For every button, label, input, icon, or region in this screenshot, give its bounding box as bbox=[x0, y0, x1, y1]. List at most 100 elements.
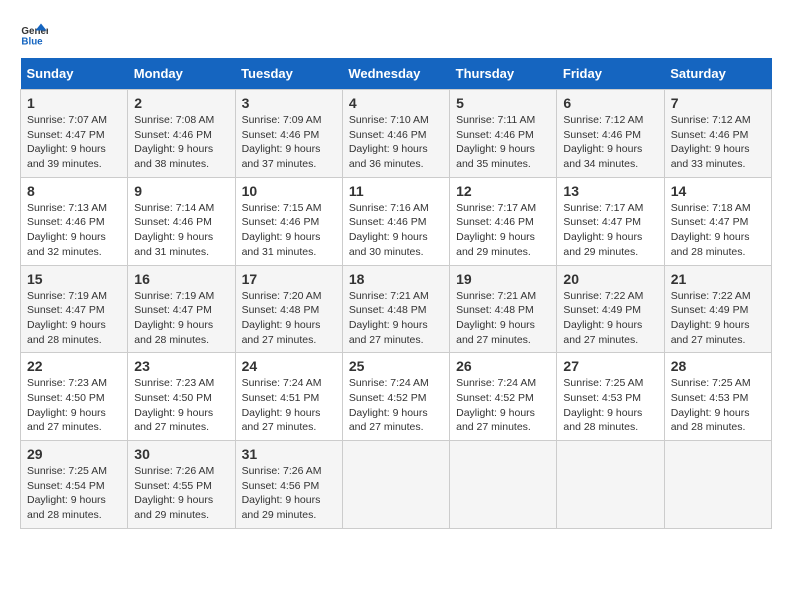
sunset-label: Sunset: 4:46 PM bbox=[134, 216, 212, 228]
sunset-label: Sunset: 4:52 PM bbox=[349, 392, 427, 404]
weekday-header-row: SundayMondayTuesdayWednesdayThursdayFrid… bbox=[21, 58, 772, 90]
day-number: 8 bbox=[27, 183, 121, 199]
weekday-header-wednesday: Wednesday bbox=[342, 58, 449, 90]
day-info: Sunrise: 7:24 AM Sunset: 4:51 PM Dayligh… bbox=[242, 376, 336, 435]
sunset-label: Sunset: 4:56 PM bbox=[242, 480, 320, 492]
sunrise-label: Sunrise: 7:16 AM bbox=[349, 202, 429, 214]
day-number: 17 bbox=[242, 271, 336, 287]
sunrise-label: Sunrise: 7:17 AM bbox=[456, 202, 536, 214]
day-info: Sunrise: 7:22 AM Sunset: 4:49 PM Dayligh… bbox=[563, 289, 657, 348]
sunset-label: Sunset: 4:47 PM bbox=[27, 304, 105, 316]
daylight-label: Daylight: 9 hours and 29 minutes. bbox=[242, 494, 321, 521]
calendar-cell: 28 Sunrise: 7:25 AM Sunset: 4:53 PM Dayl… bbox=[664, 353, 771, 441]
sunrise-label: Sunrise: 7:09 AM bbox=[242, 114, 322, 126]
day-number: 21 bbox=[671, 271, 765, 287]
sunrise-label: Sunrise: 7:07 AM bbox=[27, 114, 107, 126]
daylight-label: Daylight: 9 hours and 31 minutes. bbox=[134, 231, 213, 258]
calendar-cell: 2 Sunrise: 7:08 AM Sunset: 4:46 PM Dayli… bbox=[128, 90, 235, 178]
sunset-label: Sunset: 4:46 PM bbox=[456, 129, 534, 141]
logo-icon: General Blue bbox=[20, 20, 48, 48]
daylight-label: Daylight: 9 hours and 37 minutes. bbox=[242, 143, 321, 170]
sunset-label: Sunset: 4:46 PM bbox=[349, 216, 427, 228]
sunset-label: Sunset: 4:52 PM bbox=[456, 392, 534, 404]
calendar-cell: 6 Sunrise: 7:12 AM Sunset: 4:46 PM Dayli… bbox=[557, 90, 664, 178]
daylight-label: Daylight: 9 hours and 31 minutes. bbox=[242, 231, 321, 258]
daylight-label: Daylight: 9 hours and 27 minutes. bbox=[563, 319, 642, 346]
daylight-label: Daylight: 9 hours and 27 minutes. bbox=[242, 407, 321, 434]
weekday-header-thursday: Thursday bbox=[450, 58, 557, 90]
sunrise-label: Sunrise: 7:25 AM bbox=[563, 377, 643, 389]
day-number: 12 bbox=[456, 183, 550, 199]
calendar-cell: 7 Sunrise: 7:12 AM Sunset: 4:46 PM Dayli… bbox=[664, 90, 771, 178]
calendar-cell bbox=[664, 441, 771, 529]
daylight-label: Daylight: 9 hours and 30 minutes. bbox=[349, 231, 428, 258]
day-number: 31 bbox=[242, 446, 336, 462]
day-info: Sunrise: 7:09 AM Sunset: 4:46 PM Dayligh… bbox=[242, 113, 336, 172]
day-number: 4 bbox=[349, 95, 443, 111]
day-info: Sunrise: 7:25 AM Sunset: 4:53 PM Dayligh… bbox=[563, 376, 657, 435]
weekday-header-monday: Monday bbox=[128, 58, 235, 90]
daylight-label: Daylight: 9 hours and 27 minutes. bbox=[134, 407, 213, 434]
daylight-label: Daylight: 9 hours and 35 minutes. bbox=[456, 143, 535, 170]
daylight-label: Daylight: 9 hours and 28 minutes. bbox=[671, 231, 750, 258]
daylight-label: Daylight: 9 hours and 33 minutes. bbox=[671, 143, 750, 170]
sunrise-label: Sunrise: 7:25 AM bbox=[27, 465, 107, 477]
calendar-cell: 4 Sunrise: 7:10 AM Sunset: 4:46 PM Dayli… bbox=[342, 90, 449, 178]
sunrise-label: Sunrise: 7:21 AM bbox=[456, 290, 536, 302]
day-info: Sunrise: 7:21 AM Sunset: 4:48 PM Dayligh… bbox=[456, 289, 550, 348]
calendar-cell: 14 Sunrise: 7:18 AM Sunset: 4:47 PM Dayl… bbox=[664, 177, 771, 265]
calendar-cell: 1 Sunrise: 7:07 AM Sunset: 4:47 PM Dayli… bbox=[21, 90, 128, 178]
calendar-cell: 21 Sunrise: 7:22 AM Sunset: 4:49 PM Dayl… bbox=[664, 265, 771, 353]
daylight-label: Daylight: 9 hours and 38 minutes. bbox=[134, 143, 213, 170]
day-number: 19 bbox=[456, 271, 550, 287]
day-number: 3 bbox=[242, 95, 336, 111]
day-info: Sunrise: 7:19 AM Sunset: 4:47 PM Dayligh… bbox=[134, 289, 228, 348]
daylight-label: Daylight: 9 hours and 27 minutes. bbox=[671, 319, 750, 346]
sunset-label: Sunset: 4:50 PM bbox=[27, 392, 105, 404]
day-info: Sunrise: 7:22 AM Sunset: 4:49 PM Dayligh… bbox=[671, 289, 765, 348]
day-info: Sunrise: 7:18 AM Sunset: 4:47 PM Dayligh… bbox=[671, 201, 765, 260]
sunset-label: Sunset: 4:47 PM bbox=[134, 304, 212, 316]
day-info: Sunrise: 7:24 AM Sunset: 4:52 PM Dayligh… bbox=[349, 376, 443, 435]
day-info: Sunrise: 7:08 AM Sunset: 4:46 PM Dayligh… bbox=[134, 113, 228, 172]
daylight-label: Daylight: 9 hours and 29 minutes. bbox=[563, 231, 642, 258]
sunrise-label: Sunrise: 7:19 AM bbox=[134, 290, 214, 302]
sunset-label: Sunset: 4:46 PM bbox=[456, 216, 534, 228]
daylight-label: Daylight: 9 hours and 34 minutes. bbox=[563, 143, 642, 170]
day-info: Sunrise: 7:12 AM Sunset: 4:46 PM Dayligh… bbox=[671, 113, 765, 172]
daylight-label: Daylight: 9 hours and 28 minutes. bbox=[671, 407, 750, 434]
sunset-label: Sunset: 4:48 PM bbox=[456, 304, 534, 316]
calendar-cell: 11 Sunrise: 7:16 AM Sunset: 4:46 PM Dayl… bbox=[342, 177, 449, 265]
daylight-label: Daylight: 9 hours and 28 minutes. bbox=[563, 407, 642, 434]
day-info: Sunrise: 7:11 AM Sunset: 4:46 PM Dayligh… bbox=[456, 113, 550, 172]
svg-text:Blue: Blue bbox=[21, 37, 43, 48]
sunrise-label: Sunrise: 7:08 AM bbox=[134, 114, 214, 126]
sunset-label: Sunset: 4:46 PM bbox=[349, 129, 427, 141]
calendar-cell: 9 Sunrise: 7:14 AM Sunset: 4:46 PM Dayli… bbox=[128, 177, 235, 265]
week-row-5: 29 Sunrise: 7:25 AM Sunset: 4:54 PM Dayl… bbox=[21, 441, 772, 529]
week-row-1: 1 Sunrise: 7:07 AM Sunset: 4:47 PM Dayli… bbox=[21, 90, 772, 178]
daylight-label: Daylight: 9 hours and 39 minutes. bbox=[27, 143, 106, 170]
header: General Blue bbox=[20, 20, 772, 48]
day-info: Sunrise: 7:07 AM Sunset: 4:47 PM Dayligh… bbox=[27, 113, 121, 172]
day-number: 14 bbox=[671, 183, 765, 199]
calendar-cell: 12 Sunrise: 7:17 AM Sunset: 4:46 PM Dayl… bbox=[450, 177, 557, 265]
sunrise-label: Sunrise: 7:23 AM bbox=[27, 377, 107, 389]
day-number: 1 bbox=[27, 95, 121, 111]
sunrise-label: Sunrise: 7:18 AM bbox=[671, 202, 751, 214]
daylight-label: Daylight: 9 hours and 27 minutes. bbox=[242, 319, 321, 346]
day-number: 7 bbox=[671, 95, 765, 111]
sunrise-label: Sunrise: 7:26 AM bbox=[134, 465, 214, 477]
calendar-cell bbox=[557, 441, 664, 529]
calendar-cell: 24 Sunrise: 7:24 AM Sunset: 4:51 PM Dayl… bbox=[235, 353, 342, 441]
sunrise-label: Sunrise: 7:24 AM bbox=[456, 377, 536, 389]
day-number: 15 bbox=[27, 271, 121, 287]
week-row-2: 8 Sunrise: 7:13 AM Sunset: 4:46 PM Dayli… bbox=[21, 177, 772, 265]
daylight-label: Daylight: 9 hours and 27 minutes. bbox=[27, 407, 106, 434]
calendar-cell: 27 Sunrise: 7:25 AM Sunset: 4:53 PM Dayl… bbox=[557, 353, 664, 441]
sunset-label: Sunset: 4:46 PM bbox=[563, 129, 641, 141]
calendar-cell: 3 Sunrise: 7:09 AM Sunset: 4:46 PM Dayli… bbox=[235, 90, 342, 178]
day-info: Sunrise: 7:17 AM Sunset: 4:47 PM Dayligh… bbox=[563, 201, 657, 260]
day-info: Sunrise: 7:20 AM Sunset: 4:48 PM Dayligh… bbox=[242, 289, 336, 348]
sunrise-label: Sunrise: 7:15 AM bbox=[242, 202, 322, 214]
